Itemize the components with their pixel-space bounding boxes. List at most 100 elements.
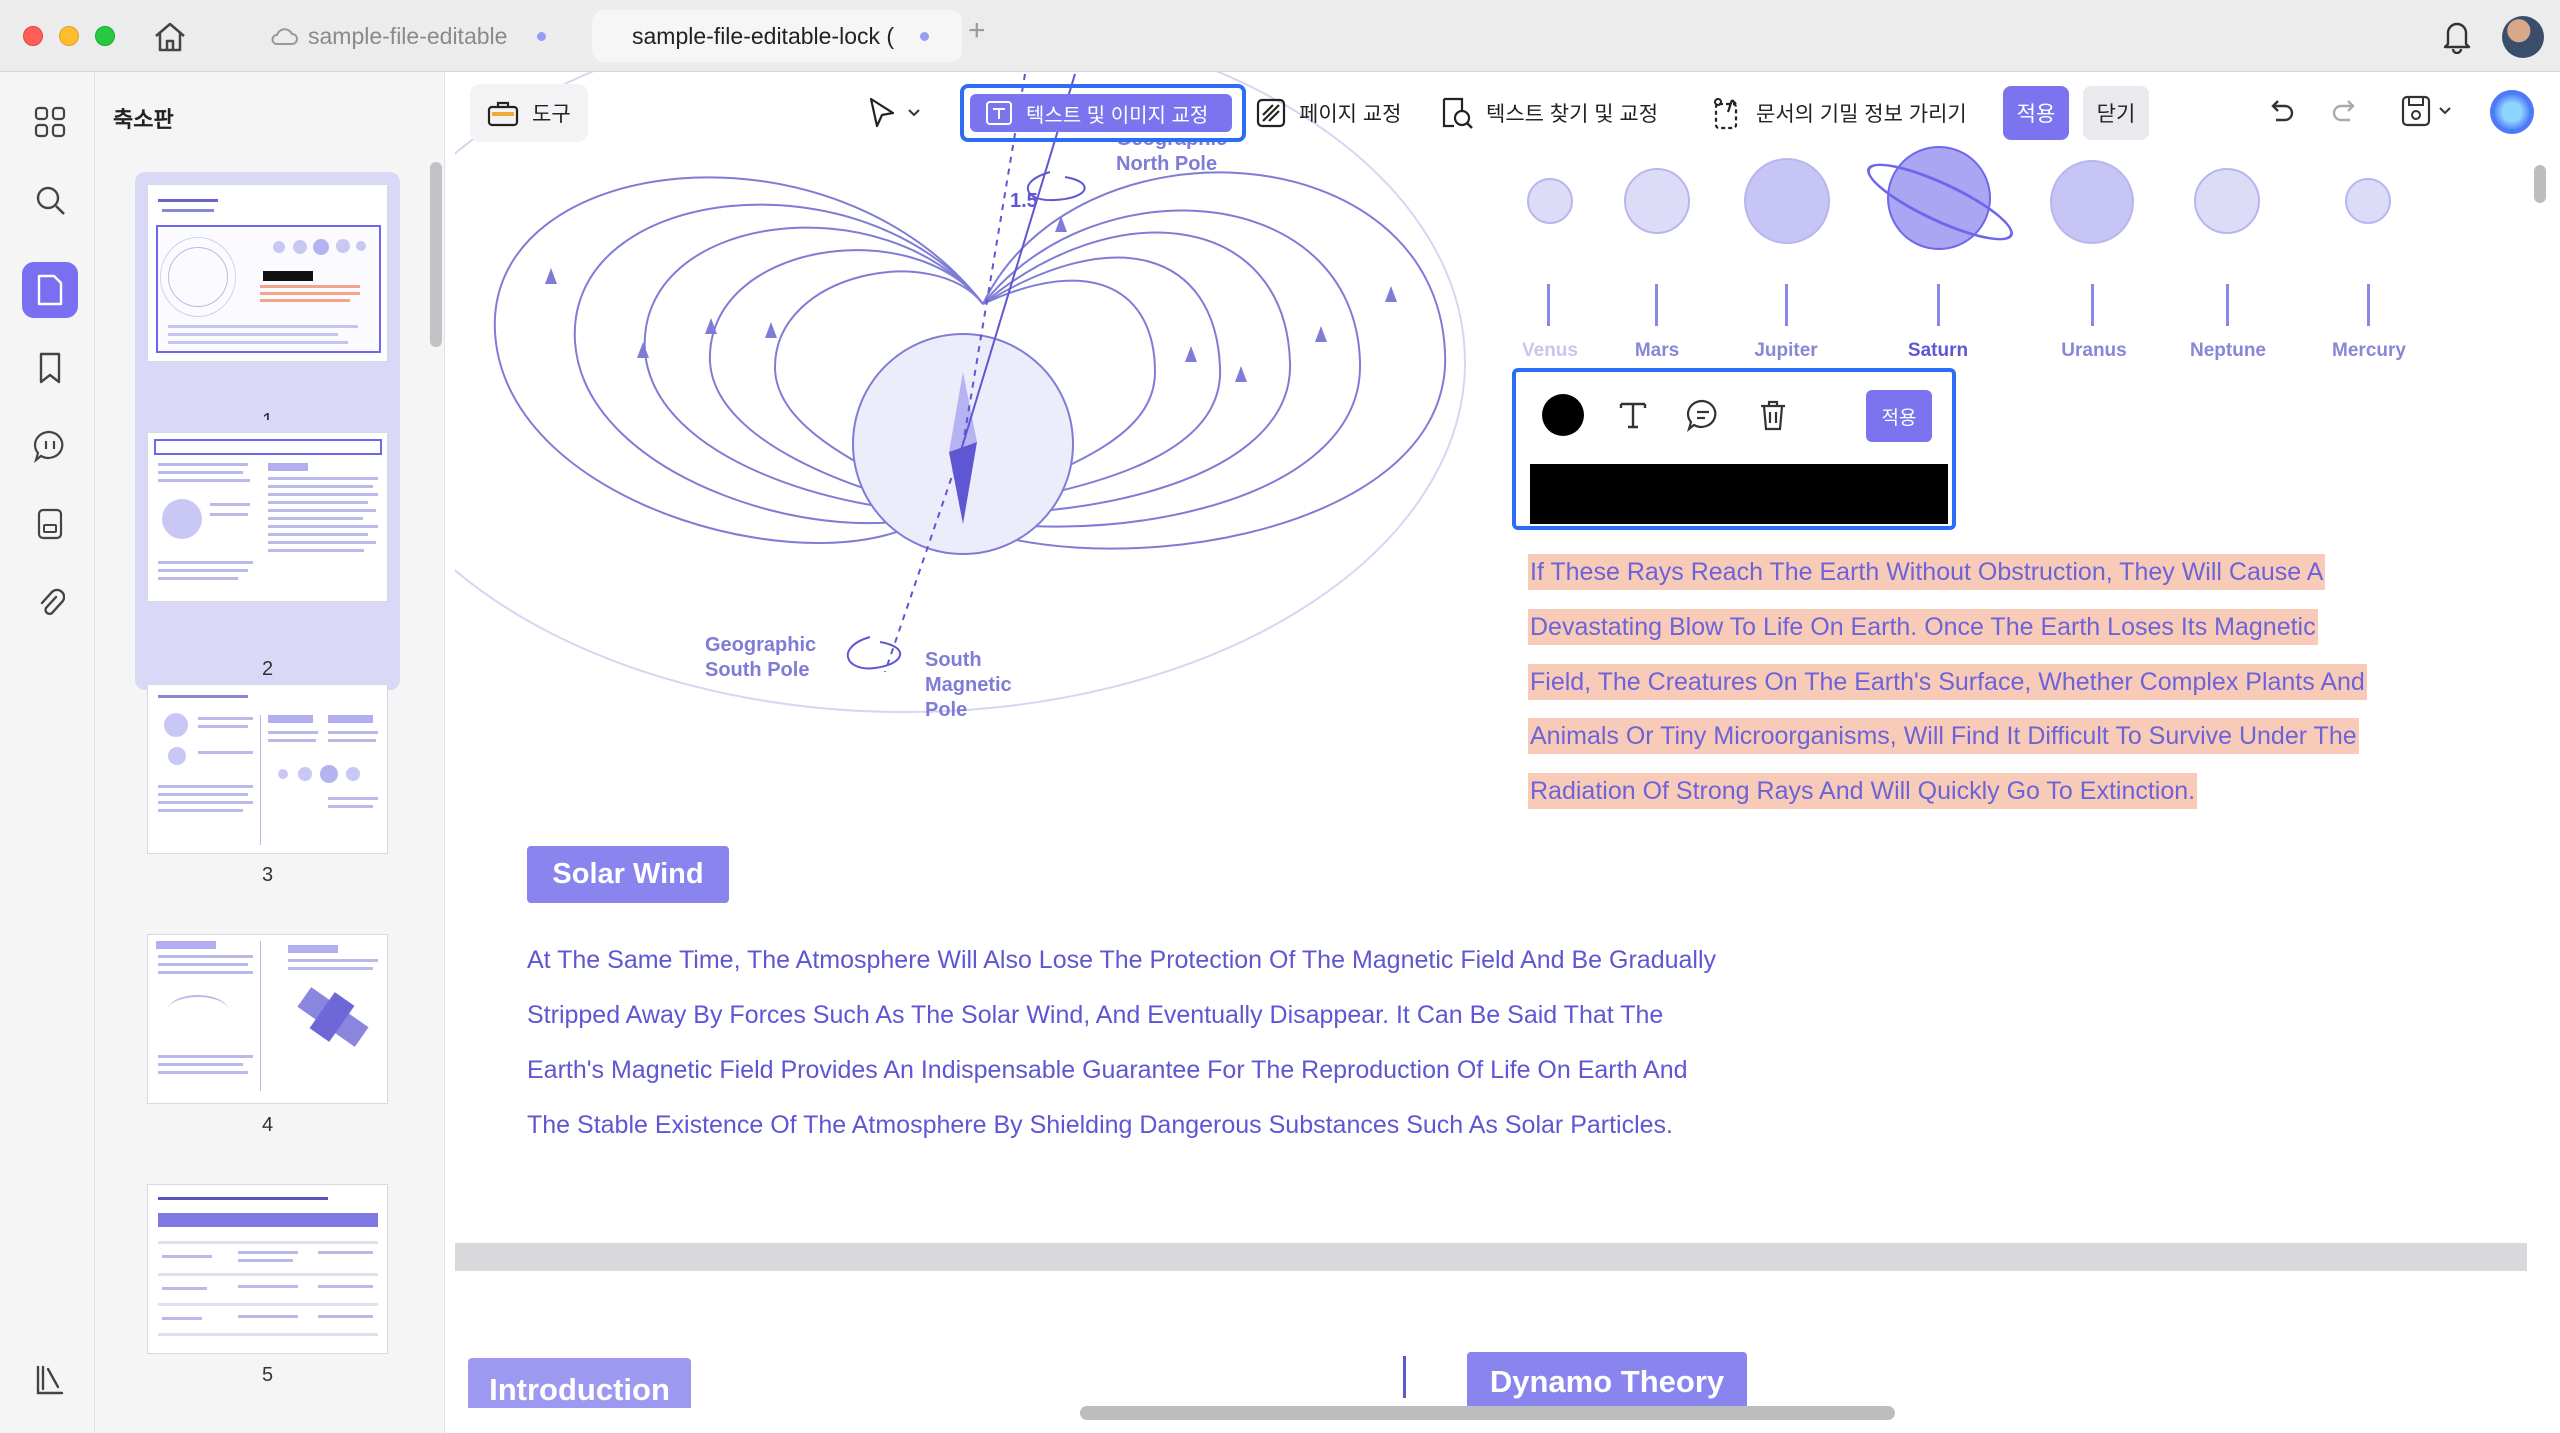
body-text-line[interactable]: At The Same Time, The Atmosphere Will Al… [527,946,1716,975]
highlighted-line[interactable]: Devastating Blow To Life On Earth. Once … [1528,607,2318,647]
highlighted-line[interactable]: Animals Or Tiny Microorganisms, Will Fin… [1528,716,2359,756]
planet-stem [2367,284,2370,326]
thumbnail-scrollbar[interactable] [430,162,442,347]
cloud-icon [270,26,298,46]
find-replace-button[interactable]: 텍스트 찾기 및 교정 [1440,84,1670,142]
edit-text-image-active: 텍스트 및 이미지 교정 [970,94,1232,132]
redaction-mark[interactable] [1530,464,1948,524]
body-text-line[interactable]: Stripped Away By Forces Such As The Sola… [527,1001,1663,1030]
highlighted-line[interactable]: If These Rays Reach The Earth Without Ob… [1528,552,2326,592]
bookmark-icon[interactable] [22,340,78,396]
planet-label: Jupiter [1754,340,1818,361]
section-heading-dynamo-theory[interactable]: Dynamo Theory [1467,1352,1747,1408]
unsaved-dot [537,31,547,41]
page-thumbnail[interactable]: 4 [135,922,400,1192]
north-pole-label: Geographic North Pole [1116,138,1227,177]
bell-icon[interactable] [2440,18,2476,56]
page-thumbnail[interactable]: 3 [135,672,400,942]
select-tool-dropdown[interactable] [865,84,943,142]
geographic-south-pole-label: Geographic South Pole [705,633,816,683]
left-rail [0,72,95,1433]
minimize-window-button[interactable] [59,26,79,46]
avatar[interactable] [2502,16,2544,58]
body-text-line[interactable]: The Stable Existence Of The Atmosphere B… [527,1111,1673,1140]
search-icon[interactable] [22,172,78,228]
title-bar: sample-file-editable sample-file-editabl… [0,0,2560,72]
planet-label: Mercury [2332,340,2406,361]
section-heading-solar-wind[interactable]: Solar Wind [527,846,729,903]
tools-button[interactable]: 도구 [470,84,588,142]
highlighted-text: If These Rays Reach The Earth Without Ob… [1528,554,2326,590]
mag-south-line-1: South [925,649,982,671]
page-thumbnail[interactable]: 1 [135,172,400,442]
planet-label: Neptune [2190,340,2266,361]
planet-stem [1937,284,1940,326]
undo-icon[interactable] [2266,96,2296,131]
attachment-icon[interactable] [22,574,78,630]
redact-button[interactable]: 문서의 기밀 정보 가리기 [1708,84,1988,142]
page-number: 3 [261,864,274,886]
trash-icon[interactable] [1738,385,1808,445]
north-pole-line-2: North Pole [1116,153,1218,175]
comment-icon[interactable] [22,418,78,474]
grid-icon[interactable] [22,94,78,150]
page-edit-button[interactable]: 페이지 교정 [1255,84,1405,142]
thumbnails-icon[interactable] [22,262,78,318]
ai-assistant-icon[interactable] [2490,90,2534,134]
planet-stem [1785,284,1788,326]
horizontal-scrollbar[interactable] [1080,1406,1895,1420]
zoom-window-button[interactable] [95,26,115,46]
page-thumbnail-image [147,934,388,1104]
unsaved-dot [920,31,930,41]
highlighted-line[interactable]: Radiation Of Strong Rays And Will Quickl… [1528,771,2198,811]
geo-south-line-2: South Pole [705,659,810,681]
library-icon[interactable] [22,1352,78,1408]
home-icon[interactable] [150,18,190,56]
page-number: 5 [261,1364,274,1386]
highlighted-text: Devastating Blow To Life On Earth. Once … [1528,609,2318,645]
planet-label: Saturn [1907,340,1969,361]
tools-label: 도구 [532,103,571,126]
tab-label: sample-file-editable [308,22,508,49]
edit-text-image-button[interactable]: 텍스트 및 이미지 교정 [960,84,1246,142]
close-button[interactable]: 닫기 [2083,86,2149,140]
save-icon[interactable] [2400,94,2454,133]
fill-color-icon[interactable] [1528,385,1598,445]
chevron-down-icon [907,108,921,118]
highlighted-text: Animals Or Tiny Microorganisms, Will Fin… [1528,718,2359,754]
planet-label: Mars [1634,340,1680,361]
tab-file-1[interactable]: sample-file-editable [270,10,580,62]
vertical-scrollbar[interactable] [2534,165,2546,203]
page-thumbnail[interactable]: 5 [135,1172,400,1432]
close-window-button[interactable] [23,26,43,46]
body-text-line[interactable]: Earth's Magnetic Field Provides An Indis… [527,1056,1688,1085]
mag-south-line-3: Pole [925,699,968,721]
apply-button[interactable]: 적용 [2003,86,2069,140]
page-edit-label: 페이지 교정 [1299,103,1402,126]
edit-text-image-label: 텍스트 및 이미지 교정 [1026,104,1209,127]
new-tab-button[interactable]: + [968,14,986,48]
highlighted-text: Field, The Creatures On The Earth's Surf… [1528,664,2367,700]
comment-icon[interactable] [1668,385,1738,445]
redo-icon[interactable] [2330,96,2360,131]
page-separator [455,1243,2527,1271]
thumbnail-panel: 축소판 1 [95,72,445,1433]
tab-label: sample-file-editable-lock ( [632,22,895,49]
section-heading-introduction[interactable]: Introduction [468,1358,691,1408]
redaction-apply-button[interactable]: 적용 [1866,390,1932,442]
cursor-icon [865,96,899,130]
planet-stem [1655,284,1658,326]
tab-file-2[interactable]: sample-file-editable-lock ( [592,10,962,62]
south-magnetic-pole-label: South Magnetic Pole [925,648,1012,723]
text-icon[interactable] [1598,385,1668,445]
highlighted-line[interactable]: Field, The Creatures On The Earth's Surf… [1528,662,2367,702]
page-thumbnail-image [147,432,388,602]
planet-uranus [2050,160,2134,244]
planet-label: Uranus [2061,340,2127,361]
redaction-selection[interactable]: 적용 [1512,368,1956,530]
page-thumbnail[interactable]: 2 [135,420,400,690]
planet-stem [2226,284,2229,326]
highlighted-text: Radiation Of Strong Rays And Will Quickl… [1528,773,2198,809]
redaction-popup-toolbar: 적용 [1528,380,1942,450]
document-stack-icon[interactable] [22,496,78,552]
